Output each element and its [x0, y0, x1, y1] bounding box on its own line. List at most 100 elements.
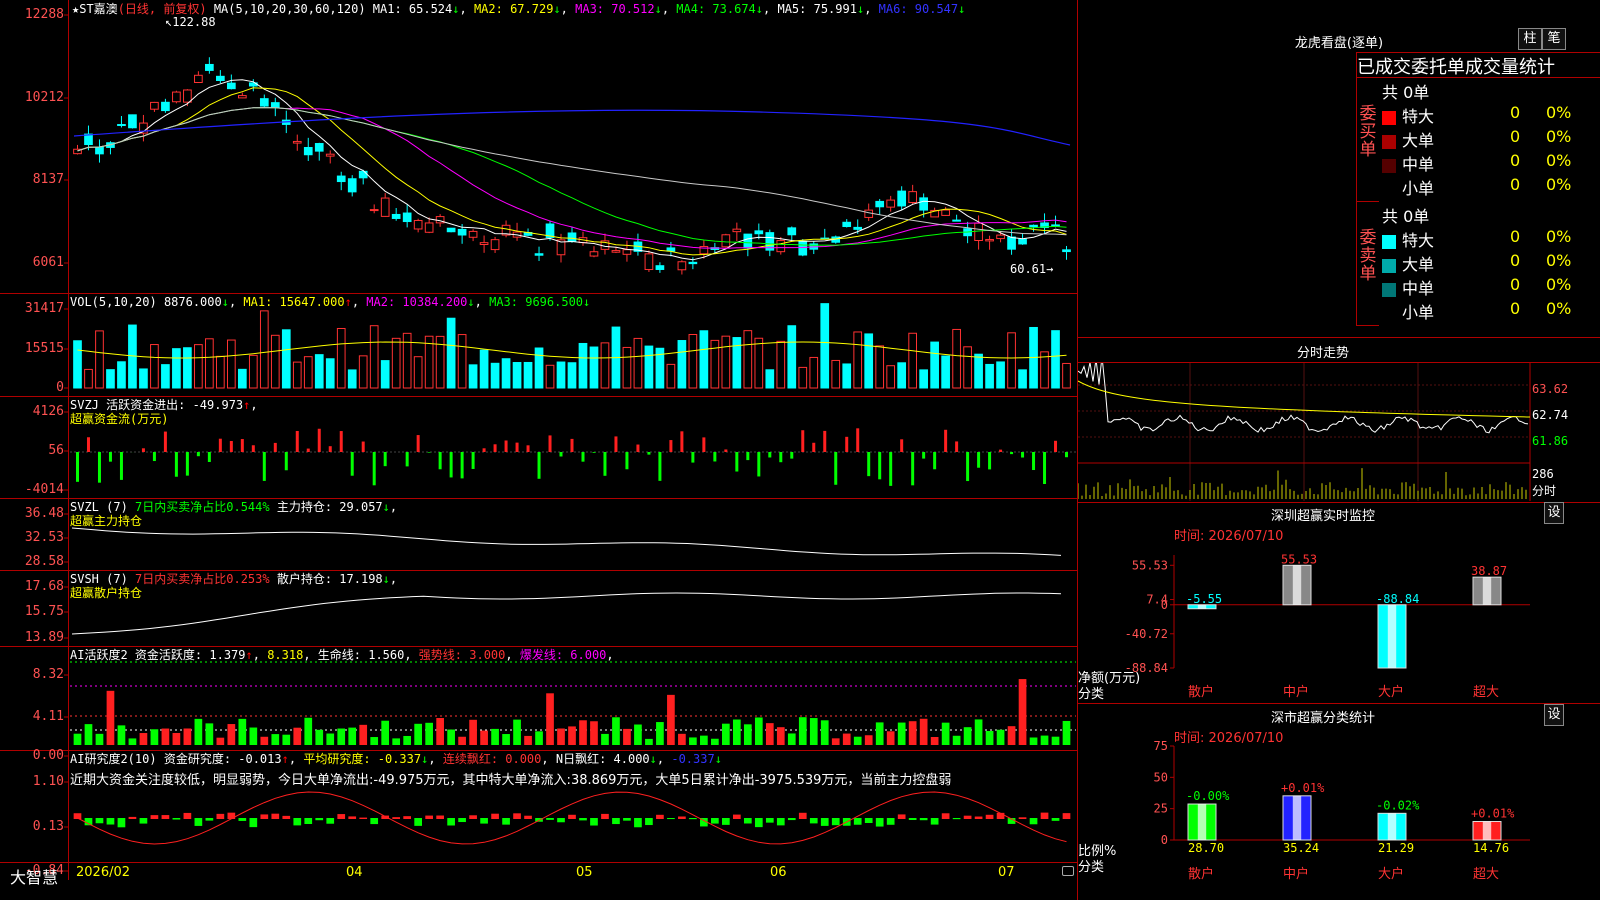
volume-bar — [216, 355, 225, 389]
arrow-down-icon: ↓ — [583, 295, 591, 309]
activity-bar — [315, 729, 324, 745]
stock-name[interactable]: ★ST嘉澳 — [72, 2, 118, 16]
candle — [853, 226, 863, 230]
volume-bar — [336, 327, 346, 389]
ai1-title: AI活跃度2 — [70, 648, 128, 662]
activity-bar — [205, 723, 214, 745]
research-bar — [732, 814, 741, 819]
ai2-cont-red: 连续飘红: 0.000 — [442, 752, 542, 766]
bar-mode-button[interactable]: 柱 — [1518, 28, 1542, 50]
divider — [1078, 703, 1600, 704]
activity-bar — [941, 722, 950, 745]
ma4-value: MA4: 73.674 — [676, 2, 756, 16]
activity-bar — [249, 727, 258, 745]
ma1-value: MA1: 65.524 — [372, 2, 453, 16]
ai1-activity: 资金活跃度: 1.379 — [134, 648, 246, 662]
settings-button[interactable]: 设 — [1544, 704, 1564, 726]
chart-mode[interactable]: (日线, 前复权) — [118, 2, 207, 16]
svsh-ratio: 7日内买卖净占比0.253% — [135, 572, 270, 586]
candle — [216, 75, 225, 81]
y-tick: 12288 — [24, 7, 64, 22]
row-label: 中单 — [1402, 279, 1435, 298]
ma-param: MA(5,10,20,30,60,120) — [213, 2, 366, 16]
activity-bar — [1040, 735, 1049, 745]
y-tick: 63.62 — [1532, 382, 1569, 396]
volume-bar — [831, 359, 841, 389]
szfl-chart[interactable]: 75 50 25 0 -0.00% 散户 28.70 +0.01% 中户 35.24 -0.02% 大… — [1078, 740, 1600, 900]
tick-mode-button[interactable]: 笔 — [1542, 28, 1566, 50]
research-bar — [941, 813, 950, 819]
row-value: 0 — [1510, 151, 1521, 170]
buy-total: 共 0单 — [1382, 83, 1430, 102]
research-bar — [117, 818, 126, 828]
research-bar — [326, 818, 335, 824]
research-bar — [820, 818, 829, 826]
lhkp-stats-title: 已成交委托单成交量统计 — [1356, 52, 1600, 78]
volume-bar — [1018, 369, 1027, 389]
row-pct: 0% — [1546, 227, 1572, 246]
divider — [1078, 337, 1600, 338]
y-tick: 4.11 — [32, 709, 64, 724]
activity-bar — [623, 728, 631, 745]
research-bar — [897, 814, 906, 819]
candle — [1018, 238, 1027, 245]
arrow-down-icon: ↓ — [958, 2, 966, 16]
svsh-holding: 散户持仓: 17.198 — [276, 572, 383, 586]
research-bar — [743, 818, 752, 824]
activity-bar — [491, 728, 499, 745]
research-bar — [348, 816, 357, 819]
volume-bar — [952, 328, 961, 389]
volume-bar — [677, 340, 687, 389]
volume-bar — [150, 344, 159, 389]
lock-icon[interactable] — [1062, 866, 1074, 876]
activity-bar — [194, 718, 203, 745]
research-bar — [469, 815, 477, 819]
volume-bar — [974, 353, 983, 389]
research-bar — [667, 818, 675, 820]
volume-bar — [688, 334, 698, 389]
value-label: -88.84 — [1376, 592, 1419, 606]
color-swatch — [1382, 234, 1396, 249]
volume-bar — [930, 341, 939, 389]
volume-bar — [765, 369, 775, 389]
activity-bar — [732, 719, 741, 745]
low-price-label: 60.61→ — [1010, 262, 1054, 276]
y-tick: 0.00 — [32, 748, 64, 763]
research-bar — [546, 818, 554, 820]
research-bar — [809, 818, 818, 824]
activity-bar — [787, 733, 796, 745]
buy-side-label: 委买单 — [1359, 104, 1377, 160]
svsh-subtitle: 超赢散户持仓 — [70, 586, 143, 600]
ai1-burst: 爆发线: 6.000 — [519, 648, 607, 662]
svzl-subtitle: 超赢主力持仓 — [70, 514, 143, 528]
y-tick: 8.32 — [32, 667, 64, 682]
volume-bar — [996, 361, 1005, 389]
candle — [622, 249, 632, 255]
volume-bar — [985, 363, 994, 389]
ai1-peak: 8.318 — [267, 648, 304, 662]
ai1-header: AI活跃度2 资金活跃度: 1.379↑, 8.318, 生命线: 1.560,… — [70, 648, 614, 662]
research-bar — [150, 815, 159, 819]
intraday-chart[interactable] — [1078, 363, 1600, 503]
activity-bar — [337, 728, 346, 745]
bar-highlight — [1387, 604, 1397, 668]
volume-bar — [369, 325, 379, 389]
ai2-chart — [73, 791, 1071, 845]
candle — [402, 212, 412, 223]
activity-bar — [568, 726, 576, 745]
candle — [952, 219, 961, 222]
candle — [677, 261, 687, 271]
research-bar — [436, 815, 444, 819]
candle — [941, 209, 950, 216]
volume-bar — [84, 368, 93, 389]
activity-bar — [348, 727, 357, 745]
svzj-chart — [70, 428, 1076, 486]
activity-bar — [875, 722, 884, 745]
szjk-chart[interactable]: 55.537.40-40.72-88.84-5.55散户55.53中户-88.8… — [1078, 540, 1600, 700]
settings-button[interactable]: 设 — [1544, 502, 1564, 524]
candle — [589, 251, 599, 257]
candle — [974, 222, 983, 241]
y-tick: 31417 — [24, 301, 64, 316]
activity-bar — [1062, 720, 1071, 745]
y-tick: 56 — [48, 443, 64, 458]
